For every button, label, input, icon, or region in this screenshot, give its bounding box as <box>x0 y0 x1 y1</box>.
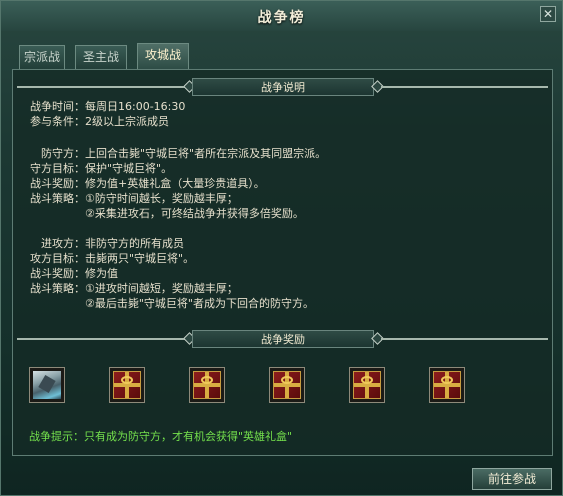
attacker-side: 进攻方：非防守方的所有成员 <box>29 236 184 251</box>
tab-sect-war[interactable]: 宗派战 <box>19 45 65 69</box>
title-bar[interactable]: 战争榜 ✕ <box>1 1 562 31</box>
reward-slot[interactable] <box>269 367 305 403</box>
gift-box-icon <box>273 371 301 399</box>
info-value: 击毙两只"守城巨将"。 <box>85 252 195 265</box>
window-title: 战争榜 <box>257 10 306 26</box>
gift-box-icon <box>193 371 221 399</box>
defender-reward: 战斗奖励：修为值+英雄礼盒（大量珍贵道具）。 <box>29 176 265 191</box>
info-label: 战斗策略： <box>30 282 85 295</box>
reward-slot[interactable] <box>29 367 65 403</box>
info-value: 2级以上宗派成员 <box>85 115 169 128</box>
content-panel: 战争说明 战争时间：每周日16:00-16:30 参与条件：2级以上宗派成员 防… <box>12 69 553 456</box>
war-ranking-window: 战争榜 ✕ 宗派战 圣主战 攻城战 战争说明 战争时间：每周日16:00-16:… <box>0 0 563 496</box>
info-label: 战斗奖励： <box>30 177 85 190</box>
join-war-button[interactable]: 前往参战 <box>472 468 552 490</box>
rewards-title: 战争奖励 <box>192 330 374 348</box>
info-value: 保护"守城巨将"。 <box>85 162 173 175</box>
attacker-strategy-1: 战斗策略：①进攻时间越短，奖励越丰厚； <box>29 281 238 296</box>
info-war-time: 战争时间：每周日16:00-16:30 <box>29 99 185 114</box>
info-value: ①进攻时间越短，奖励越丰厚； <box>85 282 238 295</box>
info-value: ①防守时间越长，奖励越丰厚； <box>85 192 238 205</box>
info-label: 守方目标： <box>30 162 85 175</box>
info-requirement: 参与条件：2级以上宗派成员 <box>29 114 169 129</box>
info-value: 上回合击毙"守城巨将"者所在宗派及其同盟宗派。 <box>85 147 327 160</box>
gift-box-icon <box>433 371 461 399</box>
defender-side: 防守方：上回合击毙"守城巨将"者所在宗派及其同盟宗派。 <box>29 146 326 161</box>
close-icon[interactable]: ✕ <box>540 6 556 22</box>
crystal-stone-icon <box>33 371 61 399</box>
info-label: 战斗奖励： <box>30 267 85 280</box>
reward-slot[interactable] <box>349 367 385 403</box>
defender-goal: 守方目标：保护"守城巨将"。 <box>29 161 172 176</box>
rewards-header: 战争奖励 <box>13 330 552 348</box>
gift-box-icon <box>353 371 381 399</box>
attacker-reward: 战斗奖励：修为值 <box>29 266 118 281</box>
info-label: 进攻方： <box>41 237 85 250</box>
defender-strategy-2: ②采集进攻石，可终结战争并获得多倍奖励。 <box>29 206 304 221</box>
info-value: ②采集进攻石，可终结战争并获得多倍奖励。 <box>85 207 304 220</box>
reward-slot[interactable] <box>109 367 145 403</box>
tab-holy-lord-war[interactable]: 圣主战 <box>75 45 127 69</box>
info-label: 攻方目标： <box>30 252 85 265</box>
defender-strategy-1: 战斗策略：①防守时间越长，奖励越丰厚； <box>29 191 238 206</box>
info-value: 修为值 <box>85 267 118 280</box>
info-value: 修为值+英雄礼盒（大量珍贵道具）。 <box>85 177 265 190</box>
description-title: 战争说明 <box>192 78 374 96</box>
info-label: 防守方： <box>41 147 85 160</box>
info-value: ②最后击毙"守城巨将"者成为下回合的防守方。 <box>85 297 314 310</box>
attacker-goal: 攻方目标：击毙两只"守城巨将"。 <box>29 251 194 266</box>
info-value: 非防守方的所有成员 <box>85 237 184 250</box>
info-label: 战争时间： <box>30 100 85 113</box>
war-tip: 战争提示：只有成为防守方，才有机会获得"英雄礼盒" <box>29 430 293 443</box>
attacker-strategy-2: ②最后击毙"守城巨将"者成为下回合的防守方。 <box>29 296 314 311</box>
tab-siege-war[interactable]: 攻城战 <box>137 43 189 69</box>
info-value: 每周日16:00-16:30 <box>85 100 186 113</box>
info-label: 参与条件： <box>30 115 85 128</box>
description-header: 战争说明 <box>13 78 552 96</box>
info-label: 战斗策略： <box>30 192 85 205</box>
reward-slot[interactable] <box>429 367 465 403</box>
reward-slot[interactable] <box>189 367 225 403</box>
gift-box-icon <box>113 371 141 399</box>
